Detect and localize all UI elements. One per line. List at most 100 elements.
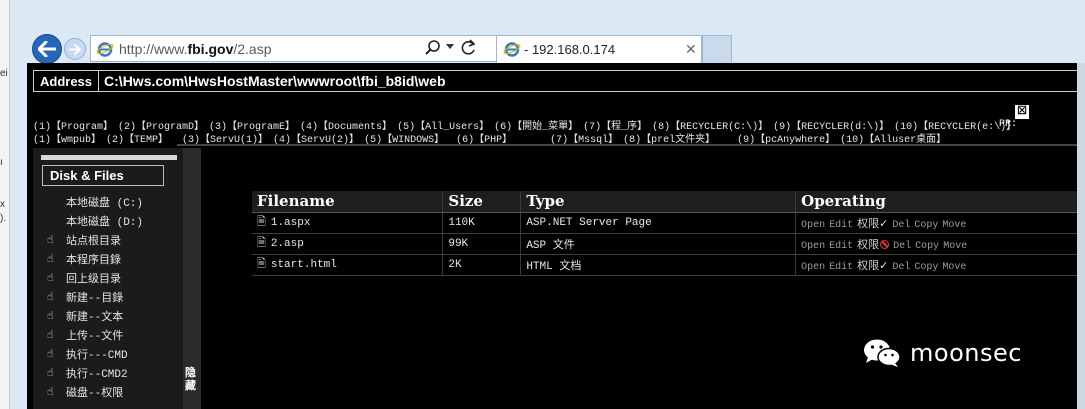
file-size: 2K	[442, 254, 522, 276]
table-row: 🗎 1.aspx 110K ASP.NET Server Page Open Edi…	[252, 212, 1085, 234]
search-icon[interactable]	[424, 39, 442, 57]
action-new-dir[interactable]: ☝ 新建--目錄	[47, 287, 177, 306]
back-button[interactable]	[32, 34, 62, 64]
open-link[interactable]: Open	[801, 220, 825, 231]
pointer-hand-icon: ☝	[47, 348, 54, 361]
copy-link[interactable]: Copy	[915, 241, 939, 252]
action-program-dir[interactable]: ☝ 本程序目錄	[47, 249, 177, 268]
background-text: ).	[0, 213, 7, 224]
file-icon: 🗎	[257, 217, 266, 229]
pointer-hand-icon: ☝	[47, 310, 54, 323]
edit-link[interactable]: Edit	[829, 262, 853, 273]
file-icon: 🗎	[257, 259, 266, 271]
background-text: ı	[0, 157, 3, 168]
forward-button[interactable]	[64, 38, 86, 60]
tab-close-icon[interactable]: ✕	[685, 41, 697, 58]
drive-label: 本地磁盘 (D:)	[66, 216, 144, 229]
delete-link[interactable]: Del	[892, 220, 910, 231]
column-header-size: Size	[442, 191, 522, 213]
permission-label: 权限	[857, 216, 880, 230]
action-label: 新建--目錄	[66, 292, 124, 305]
sidebar: Disk & Files 本地磁盘 (C:) 本地磁盘 (D:) ☝ 站点根目录 …	[33, 148, 183, 409]
refresh-icon[interactable]	[461, 39, 477, 57]
dropdown-arrow-icon[interactable]	[446, 44, 454, 50]
permission-link[interactable]: 权限✓	[857, 259, 888, 272]
drive-item-d[interactable]: 本地磁盘 (D:)	[47, 211, 177, 230]
action-disk-permission[interactable]: ☝ 磁盘--权限	[47, 382, 177, 401]
file-ops: Open Edit 权限✓ Del Copy Move	[795, 254, 1085, 276]
copy-link[interactable]: Copy	[914, 220, 938, 231]
drive-item-c[interactable]: 本地磁盘 (C:)	[47, 192, 177, 211]
move-link[interactable]: Move	[943, 241, 967, 252]
column-header-operating: Operating	[795, 191, 1085, 213]
delete-link[interactable]: Del	[893, 241, 911, 252]
delete-link[interactable]: Del	[892, 262, 910, 273]
window-right-edge	[1077, 63, 1085, 409]
permission-label: 权限	[857, 237, 880, 251]
watermark: moonsec	[862, 338, 1022, 368]
table-header-row: Filename Size Type Operating	[252, 191, 1085, 213]
new-tab-button[interactable]	[702, 35, 732, 63]
file-name: 2.asp	[270, 238, 304, 250]
hide-sidebar-label[interactable]: 隐藏	[185, 366, 199, 392]
file-ops: Open Edit 权限✓ Del Copy Move	[795, 212, 1085, 234]
copy-link[interactable]: Copy	[914, 262, 938, 273]
column-header-type: Type	[520, 191, 797, 213]
move-link[interactable]: Move	[942, 262, 966, 273]
table-row: 🗎 2.asp 99K ASP 文件 Open Edit 权限 Del Copy Move	[252, 233, 1085, 255]
file-name-cell[interactable]: 🗎 start.html	[252, 254, 444, 276]
permission-link[interactable]: 权限	[857, 237, 890, 251]
action-site-root[interactable]: ☝ 站点根目录	[47, 230, 177, 249]
permission-label: 权限	[857, 258, 880, 272]
address-bar[interactable]: http://www.fbi.gov/2.asp	[90, 35, 510, 62]
action-label: 新建--文本	[66, 311, 124, 324]
file-name-cell[interactable]: 🗎 2.asp	[252, 233, 444, 255]
tab-title: - 192.168.0.174	[524, 42, 616, 57]
address-label: Address	[33, 70, 100, 92]
background-text: x	[0, 199, 5, 210]
browser-toolbar: http://www.fbi.gov/2.asp - 192.168.0.174…	[10, 0, 1085, 64]
quick-dir-link[interactable]: (1)【wmpub】	[33, 135, 101, 146]
sidebar-list: 本地磁盘 (C:) 本地磁盘 (D:) ☝ 站点根目录 ☝ 本程序目錄 ☝ 回上级目录…	[47, 192, 177, 401]
pr-label: PR:	[999, 119, 1018, 130]
action-label: 回上级目录	[66, 273, 121, 286]
disk-files-title[interactable]: Disk & Files	[42, 165, 164, 186]
action-new-text[interactable]: ☝ 新建--文本	[47, 306, 177, 325]
quick-dir-link[interactable]: (2)【TEMP】	[106, 135, 168, 146]
address-row: Address C:\Hws.com\HwsHostMaster\wwwroot…	[33, 70, 1085, 92]
sidebar-top-bar	[41, 155, 177, 160]
sidebar-splitter[interactable]: 隐藏	[183, 148, 201, 409]
url-text[interactable]: http://www.fbi.gov/2.asp	[119, 41, 272, 57]
drive-label: 本地磁盘 (C:)	[66, 197, 144, 210]
pointer-hand-icon: ☝	[47, 253, 54, 266]
address-path[interactable]: C:\Hws.com\HwsHostMaster\wwwroot\fbi_b8i…	[99, 70, 1085, 92]
table-row: 🗎 start.html 2K HTML 文档 Open Edit 权限✓ Del Cop…	[252, 254, 1085, 276]
file-icon: 🗎	[257, 238, 266, 250]
action-exec-cmd2[interactable]: ☝ 执行--CMD2	[47, 363, 177, 382]
move-link[interactable]: Move	[942, 220, 966, 231]
deny-icon	[880, 239, 890, 249]
check-icon: ✓	[879, 258, 889, 272]
check-icon: ✓	[879, 216, 889, 230]
divider	[177, 144, 1085, 146]
background-window-edge: ei ı x ).	[0, 0, 10, 409]
pointer-hand-icon: ☝	[47, 272, 54, 285]
forward-arrow-icon	[69, 43, 81, 55]
browser-tab[interactable]: - 192.168.0.174 ✕	[496, 35, 702, 63]
pointer-hand-icon: ☝	[47, 291, 54, 304]
column-header-filename: Filename	[252, 191, 444, 213]
back-arrow-icon	[38, 41, 56, 57]
open-link[interactable]: Open	[801, 262, 825, 273]
pointer-hand-icon: ☝	[47, 329, 54, 342]
permission-link[interactable]: 权限✓	[857, 217, 888, 230]
action-parent-dir[interactable]: ☝ 回上级目录	[47, 268, 177, 287]
file-table: Filename Size Type Operating 🗎 1.aspx 110…	[252, 191, 1085, 276]
file-name-cell[interactable]: 🗎 1.aspx	[252, 212, 444, 234]
action-exec-cmd[interactable]: ☝ 执行---CMD	[47, 344, 177, 363]
open-link[interactable]: Open	[801, 241, 825, 252]
action-label: 磁盘--权限	[66, 387, 124, 400]
edit-link[interactable]: Edit	[829, 220, 853, 231]
action-label: 上传--文件	[66, 330, 124, 343]
action-upload-file[interactable]: ☝ 上传--文件	[47, 325, 177, 344]
edit-link[interactable]: Edit	[829, 241, 853, 252]
